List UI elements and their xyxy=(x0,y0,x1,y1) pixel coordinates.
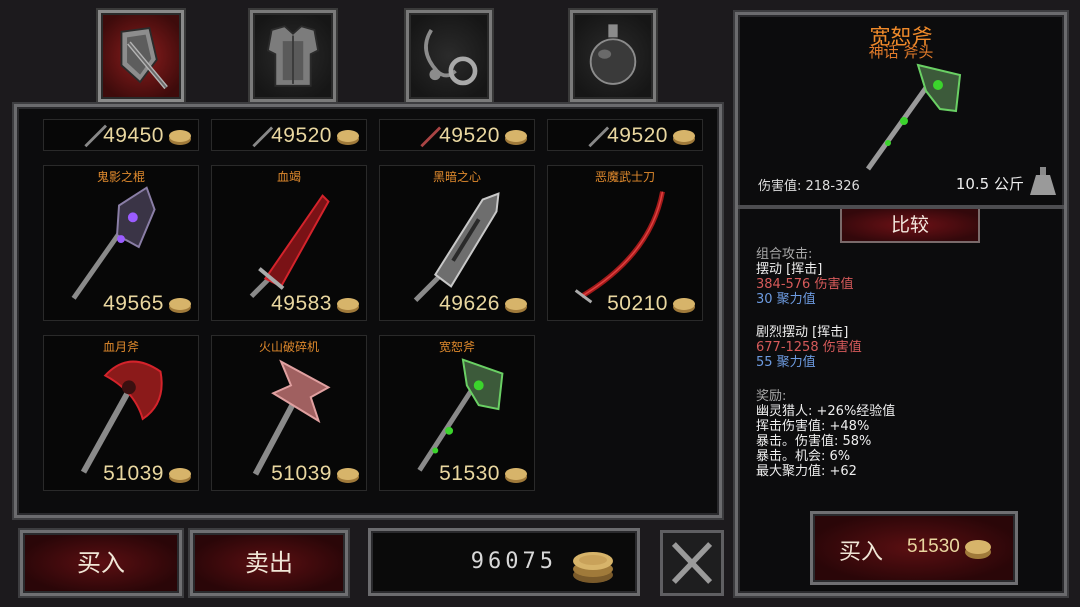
potion-icon xyxy=(589,24,637,85)
gold-balance: 96075 xyxy=(368,528,640,596)
item-detail-panel: 宽恕斧 神话 斧头 伤害值: 218-326 10.5 公斤 比较 组合攻击: … xyxy=(735,12,1067,596)
attack-focus: 30 聚力值 xyxy=(756,292,816,307)
list-item[interactable]: 血月斧 51039 xyxy=(43,335,199,491)
coin-icon xyxy=(505,298,527,313)
item-price: 50210 xyxy=(607,292,668,315)
coin-icon xyxy=(337,468,359,483)
coin-icon xyxy=(337,298,359,313)
item-price: 51039 xyxy=(103,462,164,485)
sell-button[interactable]: 卖出 xyxy=(190,530,348,596)
item-price: 49626 xyxy=(439,292,500,315)
list-item[interactable]: 宽恕斧 51530 xyxy=(379,335,535,491)
combo-header: 组合攻击: xyxy=(756,247,813,262)
item-name: 黑暗之心 xyxy=(432,170,481,184)
item-price: 49450 xyxy=(103,124,164,147)
item-price: 49520 xyxy=(271,124,332,147)
coin-icon xyxy=(169,468,191,483)
bonuses: 奖励: 幽灵猎人: +26%经验值 挥击伤害值: +48% 暴击。伤害值: 58… xyxy=(756,389,895,479)
item-name: 宽恕斧 xyxy=(438,340,475,354)
attack-focus: 55 聚力值 xyxy=(756,355,816,370)
item-price: 49520 xyxy=(607,124,668,147)
forgiveness-axe-icon xyxy=(865,63,962,171)
item-name: 血月斧 xyxy=(102,340,139,354)
bonus-line: 暴击。伤害值: 58% xyxy=(756,434,872,449)
list-item[interactable]: 49450 xyxy=(43,119,199,151)
item-price: 51039 xyxy=(271,462,332,485)
weight-icon xyxy=(1030,167,1056,195)
coin-stack-icon xyxy=(573,552,613,583)
chest-armor-icon xyxy=(266,25,320,87)
bonus-line: 幽灵猎人: +26%经验值 xyxy=(756,404,896,419)
bonus-line: 挥击伤害值: +48% xyxy=(756,419,870,434)
coin-icon xyxy=(337,130,359,145)
list-item[interactable]: 49520 xyxy=(379,119,535,151)
attack-damage: 384-576 伤害值 xyxy=(756,277,854,292)
item-name: 恶魔武士刀 xyxy=(594,170,655,184)
item-price: 49520 xyxy=(439,124,500,147)
gold-amount: 96075 xyxy=(470,549,557,574)
list-item[interactable]: 黑暗之心 49626 xyxy=(379,165,535,321)
list-item[interactable]: 血竭 49583 xyxy=(211,165,367,321)
item-weight: 10.5 公斤 xyxy=(955,175,1024,193)
close-icon xyxy=(671,542,713,584)
coin-icon xyxy=(505,130,527,145)
tab-weapons[interactable] xyxy=(98,10,184,102)
tab-potions[interactable] xyxy=(570,10,656,102)
list-item[interactable]: 49520 xyxy=(211,119,367,151)
coin-icon xyxy=(169,298,191,313)
item-name: 火山破碎机 xyxy=(258,340,319,354)
ring-amulet-icon xyxy=(424,28,478,86)
bonus-header: 奖励: xyxy=(756,389,787,404)
coin-icon xyxy=(673,298,695,313)
item-name: 鬼影之棍 xyxy=(96,170,145,184)
close-button[interactable] xyxy=(660,530,724,596)
coin-icon xyxy=(505,468,527,483)
buy-price: 51530 xyxy=(907,536,960,557)
item-name: 血竭 xyxy=(276,170,301,184)
coin-icon xyxy=(673,130,695,145)
buy-item-button[interactable]: 买入 51530 xyxy=(810,511,1018,585)
buy-button[interactable]: 买入 xyxy=(20,530,182,596)
attack-name: 剧烈摆动 [挥击] xyxy=(756,325,849,340)
combo-attack-2: 剧烈摆动 [挥击] 677-1258 伤害值 55 聚力值 xyxy=(756,325,862,370)
bonus-line: 最大聚力值: +62 xyxy=(756,464,857,479)
item-price: 51530 xyxy=(439,462,500,485)
list-item[interactable]: 鬼影之棍 49565 xyxy=(43,165,199,321)
armor-sword-icon xyxy=(120,27,168,90)
attack-name: 摆动 [挥击] xyxy=(756,262,823,277)
bonus-line: 暴击。机会: 6% xyxy=(756,449,851,464)
item-damage: 伤害值: 218-326 xyxy=(758,179,860,194)
item-price: 49583 xyxy=(271,292,332,315)
buy-label: 买入 xyxy=(839,540,884,565)
combo-attacks: 组合攻击: 摆动 [挥击] 384-576 伤害值 30 聚力值 xyxy=(756,247,853,307)
tab-accessories[interactable] xyxy=(406,10,492,102)
list-item[interactable]: 火山破碎机 51039 xyxy=(211,335,367,491)
attack-damage: 677-1258 伤害值 xyxy=(756,340,862,355)
tab-armor[interactable] xyxy=(250,10,336,102)
list-item[interactable]: 恶魔武士刀 50210 xyxy=(547,165,703,321)
item-price: 49565 xyxy=(103,292,164,315)
item-grid: 49450 49520 49520 49520 鬼影之棍 49565 血竭 49… xyxy=(14,104,722,518)
coin-icon xyxy=(169,130,191,145)
list-item[interactable]: 49520 xyxy=(547,119,703,151)
coin-icon xyxy=(965,540,991,559)
compare-button[interactable]: 比较 xyxy=(840,209,980,243)
